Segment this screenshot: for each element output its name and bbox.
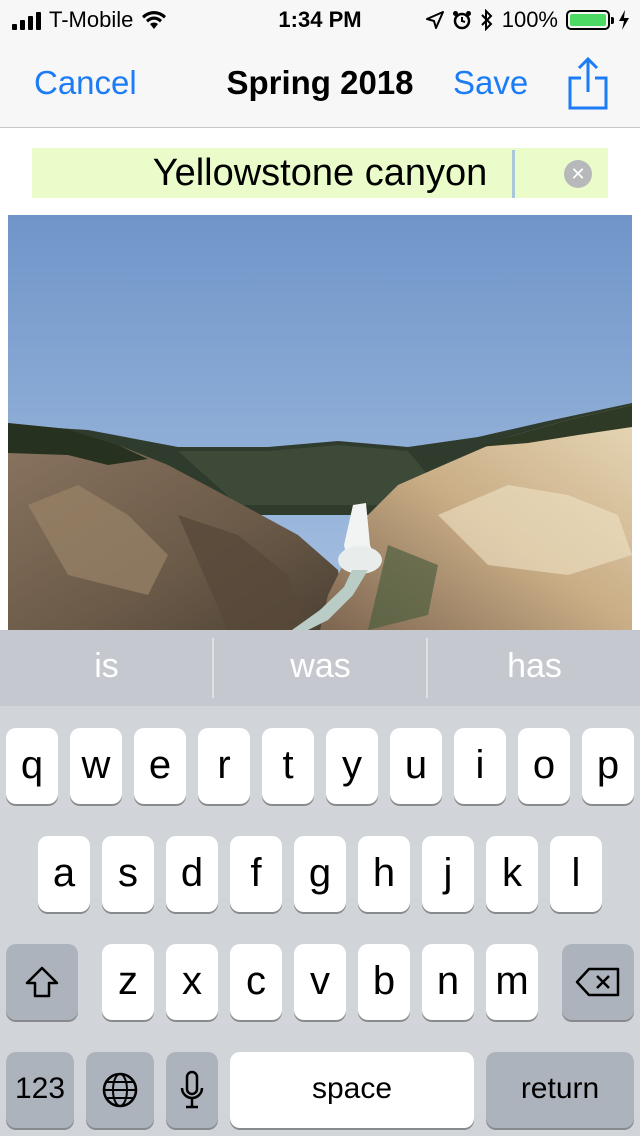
shift-key[interactable] [6,944,78,1020]
key-b[interactable]: b [358,944,410,1020]
numbers-key[interactable]: 123 [6,1052,74,1128]
clear-icon: ✕ [570,164,586,184]
predictive-bar: is was has [0,630,640,706]
globe-key[interactable] [86,1052,154,1128]
bluetooth-icon [481,9,493,31]
key-k[interactable]: k [486,836,538,912]
title-field-container: ✕ [32,148,608,198]
key-a[interactable]: a [38,836,90,912]
key-i[interactable]: i [454,728,506,804]
key-p[interactable]: p [582,728,634,804]
charging-bolt-icon [619,10,629,30]
clear-text-button[interactable]: ✕ [564,160,592,188]
share-button[interactable] [566,54,610,112]
suggestion-2[interactable]: was [214,630,427,706]
location-arrow-icon [425,11,444,29]
alarm-icon [452,11,471,30]
key-r[interactable]: r [198,728,250,804]
key-j[interactable]: j [422,836,474,912]
text-cursor [512,150,515,198]
key-e[interactable]: e [134,728,186,804]
battery-percent: 100% [501,7,558,32]
keyboard: is was has q w e r t y u i o p a s d f g… [0,630,640,1136]
key-y[interactable]: y [326,728,378,804]
status-right: 100% [425,7,630,33]
title-input[interactable] [32,148,608,198]
microphone-key[interactable] [166,1052,218,1128]
microphone-icon [180,1070,204,1109]
suggestion-3[interactable]: has [428,630,640,706]
key-m[interactable]: m [486,944,538,1020]
return-key[interactable]: return [486,1052,634,1128]
key-z[interactable]: z [102,944,154,1020]
navigation-bar: Cancel Spring 2018 Save [0,40,640,128]
battery-icon [566,10,614,30]
key-f[interactable]: f [230,836,282,912]
key-c[interactable]: c [230,944,282,1020]
key-l[interactable]: l [550,836,602,912]
delete-icon [575,967,620,997]
key-w[interactable]: w [70,728,122,804]
photo-waterfall-canyon [8,215,632,630]
key-d[interactable]: d [166,836,218,912]
save-button[interactable]: Save [453,64,528,102]
key-q[interactable]: q [6,728,58,804]
delete-key[interactable] [562,944,634,1020]
photo-image [8,215,632,630]
status-bar: T-Mobile 1:34 PM 100% [0,0,640,40]
key-x[interactable]: x [166,944,218,1020]
shift-icon [25,966,59,998]
key-s[interactable]: s [102,836,154,912]
key-u[interactable]: u [390,728,442,804]
key-h[interactable]: h [358,836,410,912]
key-n[interactable]: n [422,944,474,1020]
cancel-button[interactable]: Cancel [34,64,137,102]
key-v[interactable]: v [294,944,346,1020]
key-o[interactable]: o [518,728,570,804]
key-g[interactable]: g [294,836,346,912]
globe-icon [102,1072,138,1108]
suggestion-1[interactable]: is [0,630,213,706]
share-icon [568,56,608,110]
key-t[interactable]: t [262,728,314,804]
space-key[interactable]: space [230,1052,474,1128]
